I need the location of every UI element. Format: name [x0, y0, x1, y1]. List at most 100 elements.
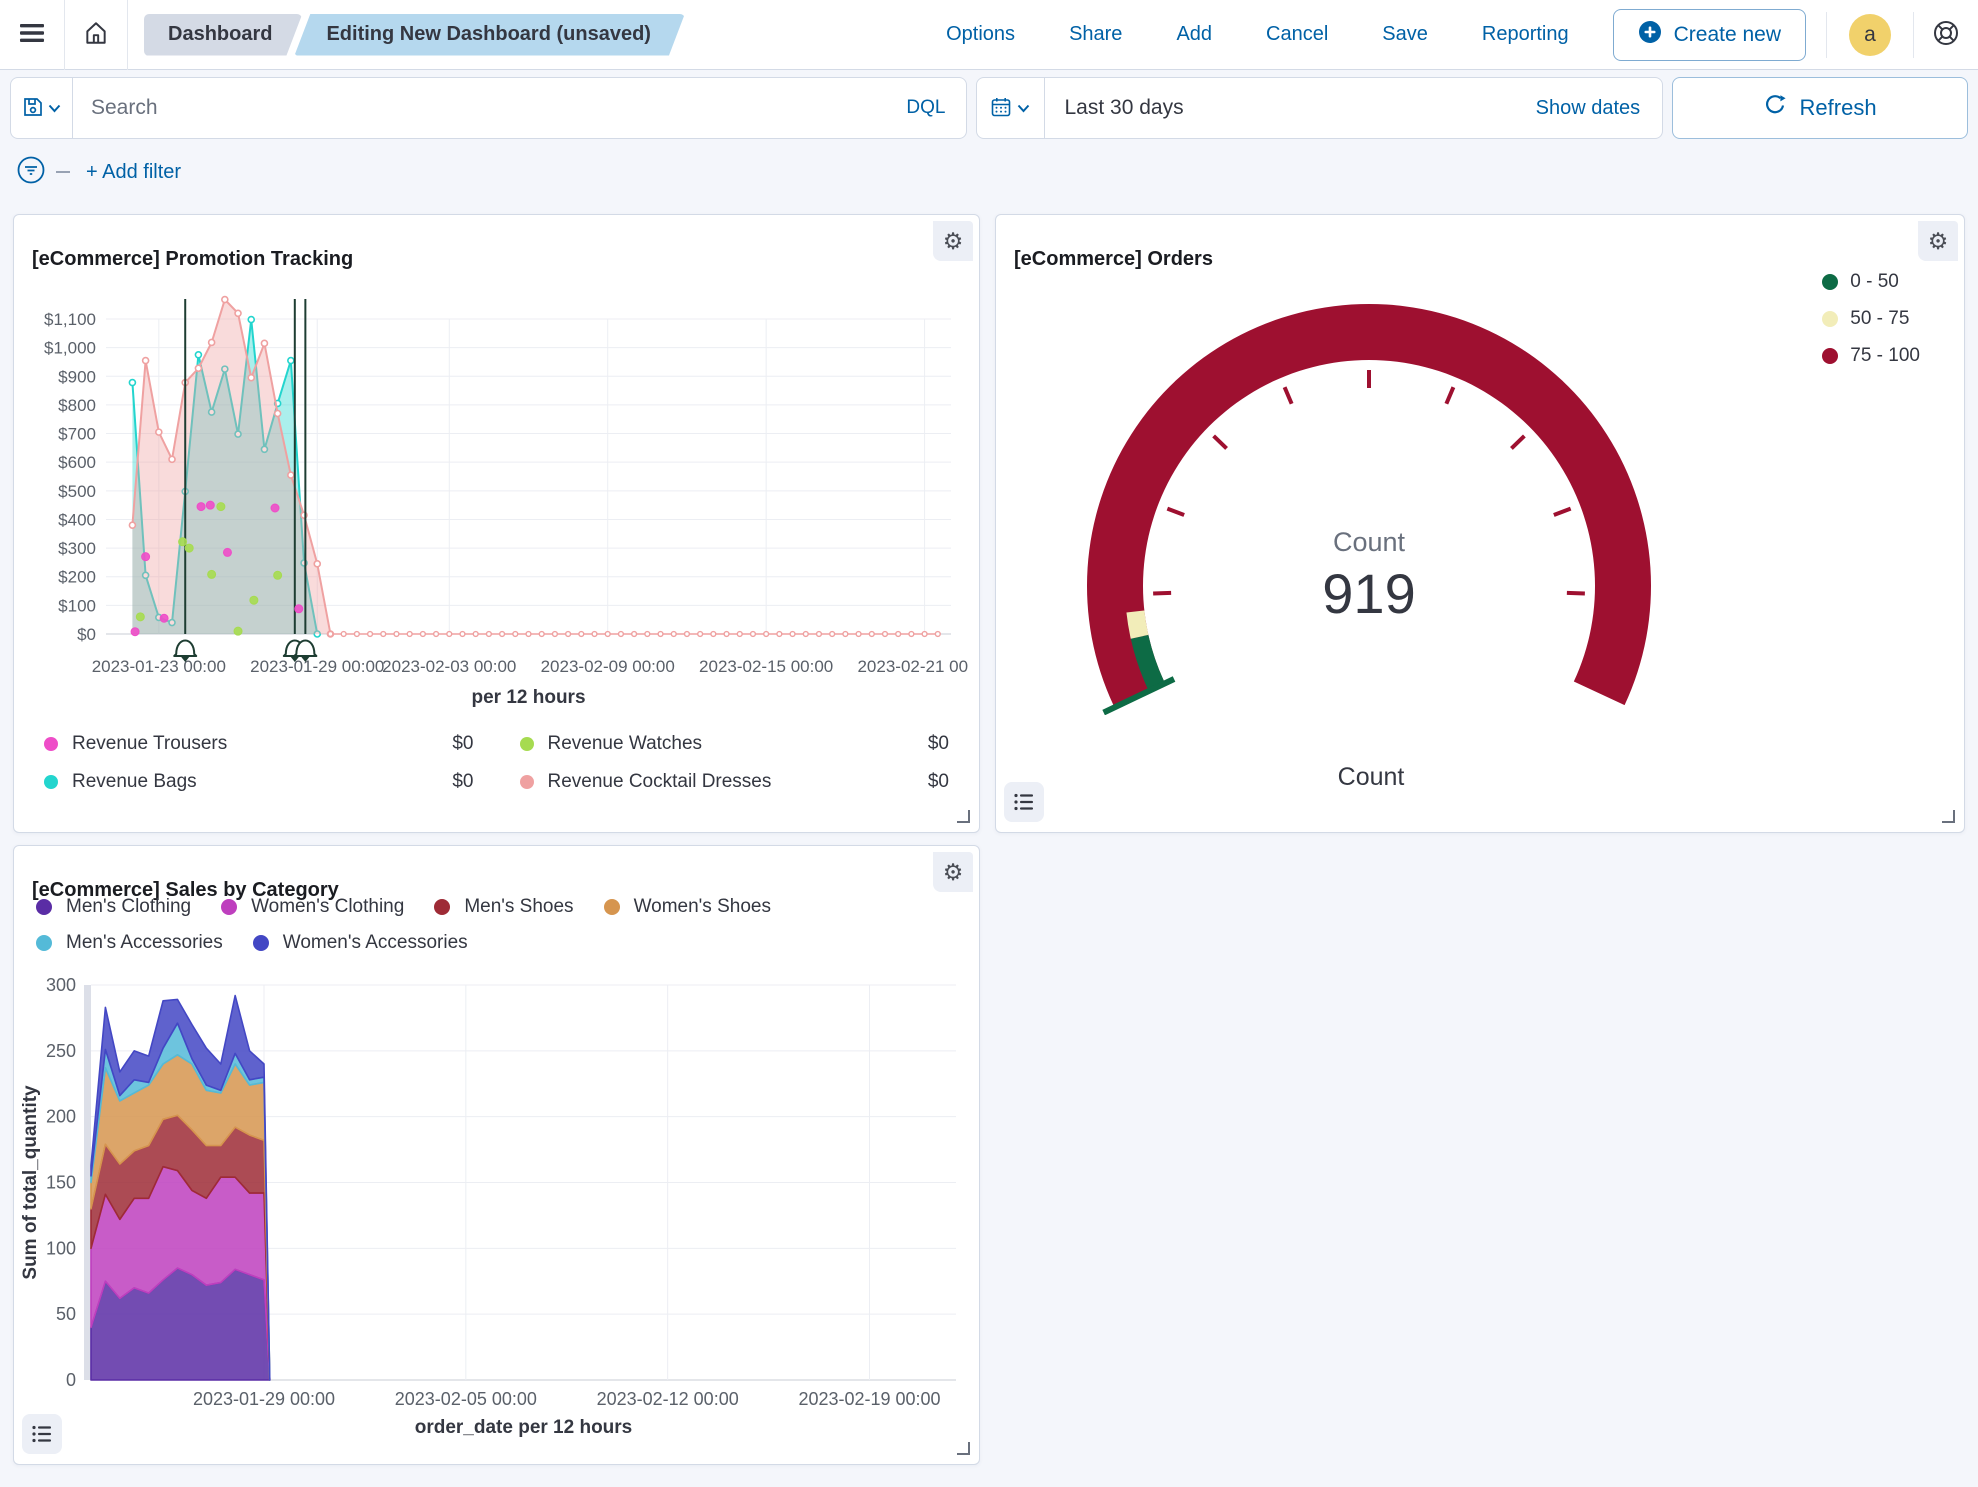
svg-text:150: 150 — [46, 1173, 76, 1193]
svg-text:$800: $800 — [58, 396, 96, 415]
legend-item-mens-clothing[interactable]: Men's Clothing — [36, 896, 191, 918]
save-query-icon — [23, 97, 43, 120]
refresh-button[interactable]: Refresh — [1672, 77, 1968, 139]
breadcrumb-current-page: Editing New Dashboard (unsaved) — [294, 14, 684, 56]
gear-icon[interactable]: ⚙ — [933, 221, 973, 261]
svg-text:$1,000: $1,000 — [44, 339, 96, 358]
menu-button[interactable] — [0, 0, 64, 69]
legend-dot — [44, 775, 58, 789]
legend-label: Revenue Bags — [72, 771, 438, 793]
legend-label: 50 - 75 — [1850, 308, 1920, 330]
nav-links: Options Share Add Cancel Save Reporting — [940, 22, 1574, 47]
breadcrumb: Dashboard Editing New Dashboard (unsaved… — [144, 14, 685, 56]
legend-item-womens-clothing[interactable]: Women's Clothing — [221, 896, 404, 918]
legend-item-revenue-watches[interactable]: Revenue Watches $0 — [520, 733, 950, 755]
search-input[interactable] — [73, 96, 886, 120]
svg-text:100: 100 — [46, 1238, 76, 1258]
legend-label: Revenue Trousers — [72, 733, 438, 755]
show-dates-button[interactable]: Show dates — [1514, 97, 1663, 120]
chevron-down-icon — [1017, 101, 1030, 116]
legend-dot — [36, 935, 52, 951]
add-button[interactable]: Add — [1170, 22, 1218, 47]
svg-text:0: 0 — [66, 1370, 76, 1390]
chevron-down-icon — [48, 101, 61, 116]
avatar-initial: a — [1864, 23, 1876, 47]
svg-text:per 12 hours: per 12 hours — [471, 687, 585, 708]
legend-dot — [44, 737, 58, 751]
gauge-bottom-label: Count — [1076, 763, 1666, 792]
legend-value: $0 — [928, 733, 949, 755]
home-button[interactable] — [65, 0, 127, 69]
resize-handle-icon[interactable] — [955, 808, 971, 824]
saved-query-button[interactable] — [11, 78, 73, 138]
legend-item-mens-shoes[interactable]: Men's Shoes — [434, 896, 573, 918]
legend-item-range-0-50[interactable]: 0 - 50 — [1822, 271, 1920, 293]
legend-label: Revenue Watches — [548, 733, 914, 755]
create-new-button[interactable]: Create new — [1613, 9, 1806, 61]
resize-handle-icon[interactable] — [955, 1440, 971, 1456]
query-language-button[interactable]: DQL — [886, 97, 965, 119]
svg-text:$700: $700 — [58, 425, 96, 444]
orders-gauge-chart[interactable]: Count 919 — [1076, 295, 1666, 715]
panel-promotion-tracking: [eCommerce] Promotion Tracking ⚙ $0$100$… — [13, 214, 980, 833]
divider — [1826, 12, 1827, 58]
gear-icon[interactable]: ⚙ — [933, 852, 973, 892]
filter-icon[interactable] — [16, 155, 46, 190]
svg-text:2023-02-15 00:00: 2023-02-15 00:00 — [699, 657, 833, 676]
svg-text:2023-01-23 00:00: 2023-01-23 00:00 — [92, 657, 226, 676]
svg-text:order_date per 12 hours: order_date per 12 hours — [415, 1417, 633, 1438]
legend-label: Men's Accessories — [66, 932, 223, 954]
search-box: DQL — [10, 77, 967, 139]
save-button[interactable]: Save — [1376, 22, 1434, 47]
sales-legend: Men's Clothing Women's Clothing Men's Sh… — [36, 896, 966, 954]
legend-dot — [434, 899, 450, 915]
legend-dot — [253, 935, 269, 951]
legend-dot — [36, 899, 52, 915]
filter-divider — [56, 171, 70, 173]
panel-orders: [eCommerce] Orders ⚙ 0 - 50 50 - 75 75 -… — [995, 214, 1965, 833]
date-picker: Last 30 days Show dates — [976, 77, 1664, 139]
hamburger-icon — [18, 21, 46, 48]
resize-handle-icon[interactable] — [1940, 808, 1956, 824]
help-button[interactable] — [1914, 0, 1978, 69]
calendar-icon — [991, 97, 1011, 120]
cancel-button[interactable]: Cancel — [1260, 22, 1334, 47]
gauge-legend: 0 - 50 50 - 75 75 - 100 — [1822, 271, 1920, 367]
svg-text:300: 300 — [46, 975, 76, 995]
legend-item-range-50-75[interactable]: 50 - 75 — [1822, 308, 1920, 330]
legend-label: Women's Accessories — [283, 932, 468, 954]
breadcrumb-dashboard[interactable]: Dashboard — [144, 14, 302, 56]
panel-list-icon[interactable] — [22, 1414, 62, 1454]
legend-item-revenue-cocktail-dresses[interactable]: Revenue Cocktail Dresses $0 — [520, 771, 950, 793]
reporting-button[interactable]: Reporting — [1476, 22, 1575, 47]
legend-label: Men's Shoes — [464, 896, 573, 918]
legend-item-range-75-100[interactable]: 75 - 100 — [1822, 345, 1920, 367]
svg-text:$1,100: $1,100 — [44, 310, 96, 329]
legend-label: 0 - 50 — [1850, 271, 1920, 293]
promotion-tracking-chart[interactable]: $0$100$200$300$400$500$600$700$800$900$1… — [28, 287, 968, 727]
legend-dot — [221, 899, 237, 915]
panel-title: [eCommerce] Promotion Tracking — [32, 248, 353, 271]
sales-by-category-chart[interactable]: 050100150200250300Sum of total_quantity2… — [20, 971, 970, 1443]
date-range-value[interactable]: Last 30 days — [1045, 96, 1514, 120]
options-button[interactable]: Options — [940, 22, 1021, 47]
legend-item-revenue-trousers[interactable]: Revenue Trousers $0 — [44, 733, 474, 755]
panel-list-icon[interactable] — [1004, 782, 1044, 822]
legend-item-womens-shoes[interactable]: Women's Shoes — [604, 896, 771, 918]
top-nav-actions: Options Share Add Cancel Save Reporting … — [940, 0, 1978, 69]
legend-item-mens-accessories[interactable]: Men's Accessories — [36, 932, 223, 954]
svg-text:$200: $200 — [58, 568, 96, 587]
legend-item-revenue-bags[interactable]: Revenue Bags $0 — [44, 771, 474, 793]
legend-item-womens-accessories[interactable]: Women's Accessories — [253, 932, 468, 954]
gear-icon[interactable]: ⚙ — [1918, 221, 1958, 261]
calendar-button[interactable] — [977, 78, 1045, 138]
add-filter-button[interactable]: + Add filter — [80, 160, 187, 185]
svg-text:50: 50 — [56, 1304, 76, 1324]
legend-dot — [1822, 311, 1838, 327]
divider — [127, 0, 128, 70]
share-button[interactable]: Share — [1063, 22, 1128, 47]
refresh-icon — [1764, 94, 1786, 122]
legend-value: $0 — [452, 733, 473, 755]
avatar[interactable]: a — [1849, 14, 1891, 56]
svg-text:$300: $300 — [58, 539, 96, 558]
